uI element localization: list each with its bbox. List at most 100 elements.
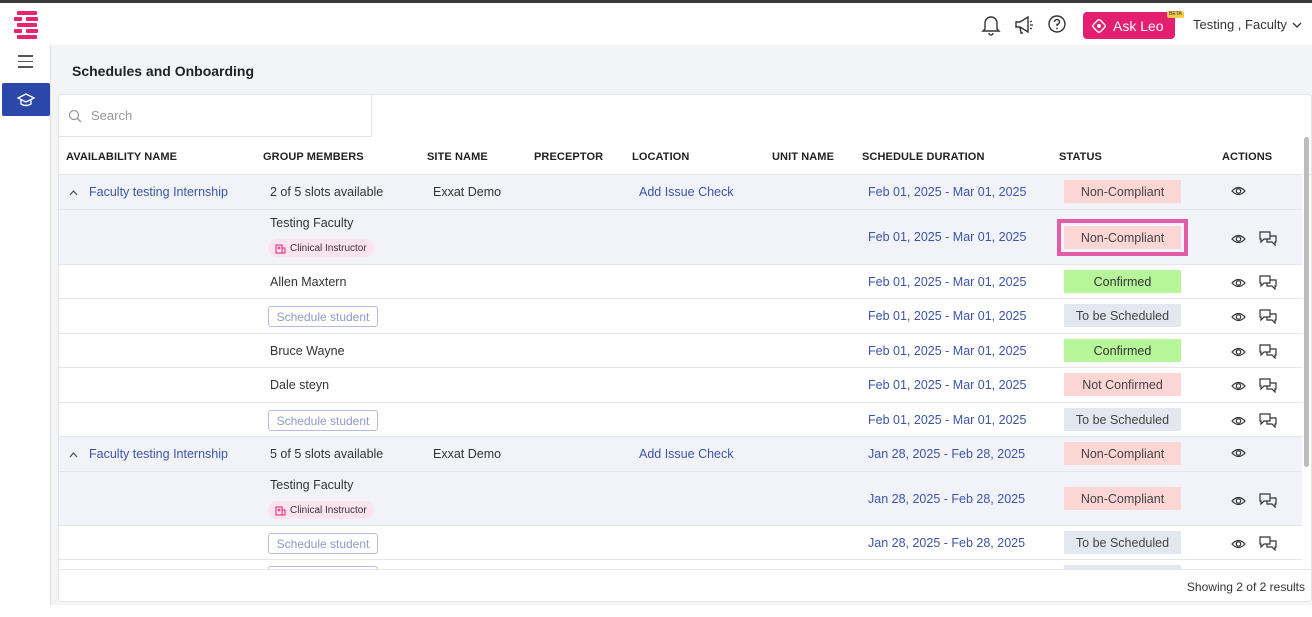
table-scrollbar[interactable] <box>1304 137 1309 467</box>
eye-icon[interactable] <box>1231 538 1246 550</box>
exxat-logo[interactable] <box>14 11 40 39</box>
table-row[interactable]: Allen Maxtern Feb 01, 2025 - Mar 01, 202… <box>59 265 1302 299</box>
bell-icon[interactable] <box>981 14 1001 36</box>
chat-icon[interactable] <box>1259 378 1277 393</box>
schedule-duration: Feb 01, 2025 - Mar 01, 2025 <box>868 344 1027 358</box>
chat-icon[interactable] <box>1259 275 1277 290</box>
col-actions: ACTIONS <box>1222 151 1273 163</box>
status-badge: To be Scheduled <box>1064 408 1181 431</box>
schedule-duration: Jan 28, 2025 - Feb 28, 2025 <box>868 492 1026 506</box>
row-actions <box>1231 231 1277 246</box>
schedule-duration: Feb 01, 2025 - Mar 01, 2025 <box>868 185 1027 199</box>
member-name: Allen Maxtern <box>270 275 347 289</box>
results-count: Showing 2 of 2 results <box>1186 580 1305 594</box>
table-row[interactable]: Dale steyn Feb 01, 2025 - Mar 01, 2025 N… <box>59 368 1302 403</box>
group-row[interactable]: Faculty testing Internship 2 of 5 slots … <box>59 175 1302 210</box>
chat-icon[interactable] <box>1259 231 1277 246</box>
col-preceptor[interactable]: PRECEPTOR <box>534 151 603 163</box>
eye-icon[interactable] <box>1231 233 1246 245</box>
slots-text: 2 of 5 slots available <box>270 185 384 199</box>
schedule-duration: Feb 01, 2025 - Mar 01, 2025 <box>868 413 1027 427</box>
eye-icon[interactable] <box>1231 415 1246 427</box>
status-badge: To be Scheduled <box>1064 304 1181 327</box>
view-button[interactable] <box>1231 185 1246 197</box>
bottom-strip <box>0 605 1312 617</box>
location-link[interactable]: Add Issue Check <box>639 447 734 461</box>
schedule-duration: Jan 28, 2025 - Feb 28, 2025 <box>868 536 1026 550</box>
member-name: Testing Faculty <box>270 478 354 492</box>
eye-icon[interactable] <box>1231 495 1246 507</box>
menu-icon[interactable] <box>18 55 33 72</box>
eye-icon[interactable] <box>1231 311 1246 323</box>
table-row[interactable]: Testing Faculty Clinical Instructor Feb … <box>59 210 1302 265</box>
status-badge: Not Confirmed <box>1064 373 1181 396</box>
status-badge: Non-Compliant <box>1064 442 1181 465</box>
chat-icon[interactable] <box>1259 413 1277 428</box>
top-bar: Ask Leo BETA Testing , Faculty <box>0 3 1312 45</box>
col-unit[interactable]: UNIT NAME <box>772 151 834 163</box>
role-badge: Clinical Instructor <box>268 501 374 519</box>
schedule-duration: Jan 28, 2025 - Feb 28, 2025 <box>868 447 1026 461</box>
view-button[interactable] <box>1231 447 1246 459</box>
row-actions <box>1231 309 1277 324</box>
table-row[interactable]: Schedule student Jan 28, 2025 - Feb 28, … <box>59 526 1302 560</box>
status-badge: Non-Compliant <box>1064 487 1181 510</box>
eye-icon[interactable] <box>1231 346 1246 358</box>
chat-icon[interactable] <box>1259 493 1277 508</box>
table-row[interactable]: Schedule student Feb 01, 2025 - Mar 01, … <box>59 299 1302 334</box>
member-name: Bruce Wayne <box>270 344 345 358</box>
col-members[interactable]: GROUP MEMBERS <box>263 151 364 163</box>
user-name: Testing , Faculty <box>1193 17 1287 32</box>
search-icon <box>68 109 82 122</box>
schedule-student-button[interactable]: Schedule student <box>268 306 378 327</box>
hospital-icon <box>275 244 286 253</box>
member-name: Dale steyn <box>270 378 330 392</box>
status-badge: Non-Compliant <box>1057 219 1188 256</box>
eye-icon[interactable] <box>1231 277 1246 289</box>
table-row[interactable]: Bruce Wayne Feb 01, 2025 - Mar 01, 2025 … <box>59 334 1302 368</box>
chevron-down-icon <box>1292 22 1302 28</box>
site-name: Exxat Demo <box>433 185 502 199</box>
sidebar-item-education[interactable] <box>2 83 50 116</box>
row-actions <box>1231 344 1277 359</box>
schedule-student-button[interactable]: Schedule student <box>268 410 378 431</box>
status-badge: Confirmed <box>1064 270 1181 293</box>
table-header: AVAILABILITY NAME GROUP MEMBERS SITE NAM… <box>59 137 1311 175</box>
col-site[interactable]: SITE NAME <box>427 151 488 163</box>
col-location[interactable]: LOCATION <box>632 151 689 163</box>
role-badge: Clinical Instructor <box>268 239 374 257</box>
main-content: Schedules and Onboarding AVAILABILITY NA… <box>51 45 1312 605</box>
chevron-up-icon[interactable] <box>69 189 78 196</box>
role-label: Clinical Instructor <box>290 504 367 516</box>
table-footer: Showing 2 of 2 results <box>59 569 1311 601</box>
ask-leo-label: Ask Leo <box>1113 17 1164 34</box>
help-icon[interactable] <box>1047 14 1067 36</box>
hospital-icon <box>275 506 286 515</box>
row-actions <box>1231 413 1277 428</box>
ask-leo-button[interactable]: Ask Leo <box>1083 12 1175 39</box>
search-box <box>59 95 372 137</box>
table-row[interactable]: Testing Faculty Clinical Instructor Jan … <box>59 472 1302 526</box>
sidebar <box>0 45 51 605</box>
schedule-duration: Feb 01, 2025 - Mar 01, 2025 <box>868 378 1027 392</box>
chat-icon[interactable] <box>1259 344 1277 359</box>
member-name: Testing Faculty <box>270 216 354 230</box>
chat-icon[interactable] <box>1259 309 1277 324</box>
chevron-up-icon[interactable] <box>69 451 78 458</box>
user-menu[interactable]: Testing , Faculty <box>1193 17 1302 32</box>
col-availability[interactable]: AVAILABILITY NAME <box>66 151 177 163</box>
col-duration[interactable]: SCHEDULE DURATION <box>862 151 985 163</box>
search-input[interactable] <box>91 108 341 123</box>
availability-name-link[interactable]: Faculty testing Internship <box>89 185 228 199</box>
col-status[interactable]: STATUS <box>1059 151 1102 163</box>
eye-icon[interactable] <box>1231 380 1246 392</box>
location-link[interactable]: Add Issue Check <box>639 185 734 199</box>
availability-name-link[interactable]: Faculty testing Internship <box>89 447 228 461</box>
schedule-student-button[interactable]: Schedule student <box>268 533 378 554</box>
megaphone-icon[interactable] <box>1013 14 1035 36</box>
group-row[interactable]: Faculty testing Internship 5 of 5 slots … <box>59 437 1302 472</box>
schedule-duration: Feb 01, 2025 - Mar 01, 2025 <box>868 309 1027 323</box>
table-row[interactable]: Schedule student Feb 01, 2025 - Mar 01, … <box>59 403 1302 437</box>
row-actions <box>1231 536 1277 551</box>
chat-icon[interactable] <box>1259 536 1277 551</box>
